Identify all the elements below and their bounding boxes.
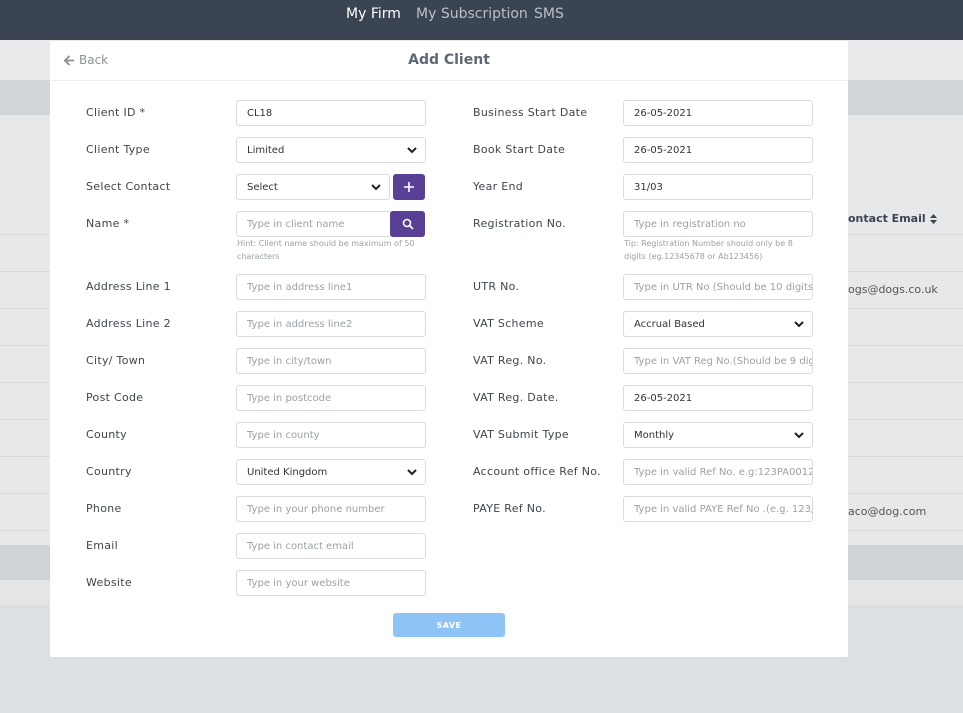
name-label: Name * (86, 217, 130, 230)
vat-scheme-select[interactable]: Accrual Based (623, 311, 813, 337)
book-start-date-input[interactable]: 26-05-2021 (623, 137, 813, 163)
client-name-hint: Hint: Client name should be maximum of 5… (237, 239, 415, 261)
client-id-input[interactable]: CL18 (236, 100, 426, 126)
address-line-2-input[interactable]: Type in address line2 (236, 311, 426, 337)
chevron-down-icon (407, 147, 417, 154)
table-cell-email: ogs@dogs.co.uk (848, 283, 938, 296)
modal-header: Back Add Client (50, 41, 848, 81)
registration-no-input[interactable]: Type in registration no (623, 211, 813, 237)
paye-ref-label: PAYE Ref No. (473, 502, 546, 515)
search-client-button[interactable] (390, 211, 425, 237)
account-office-ref-label: Account office Ref No. (473, 465, 601, 478)
vat-scheme-label: VAT Scheme (473, 317, 544, 330)
city-town-label: City/ Town (86, 354, 146, 367)
client-id-label: Client ID * (86, 106, 146, 119)
chevron-down-icon (371, 184, 381, 191)
select-contact-select[interactable]: Select (236, 174, 390, 200)
plus-icon (404, 182, 414, 192)
vat-reg-date-label: VAT Reg. Date. (473, 391, 559, 404)
client-type-select[interactable]: Limited (236, 137, 426, 163)
phone-input[interactable]: Type in your phone number (236, 496, 426, 522)
account-office-ref-input[interactable]: Type in valid Ref No. e.g:123PA00123... (623, 459, 813, 485)
vat-submit-type-value: Monthly (634, 429, 675, 441)
select-contact-label: Select Contact (86, 180, 171, 193)
vat-reg-date-input[interactable]: 26-05-2021 (623, 385, 813, 411)
client-name-input[interactable]: Type in client name (236, 211, 392, 237)
nav-my-subscription[interactable]: My Subscription (416, 6, 528, 22)
vat-scheme-value: Accrual Based (634, 318, 705, 330)
nav-sms[interactable]: SMS (534, 6, 564, 22)
city-town-input[interactable]: Type in city/town (236, 348, 426, 374)
address-line-1-label: Address Line 1 (86, 280, 171, 293)
county-label: County (86, 428, 127, 441)
registration-no-hint: Tip: Registration Number should only be … (624, 239, 793, 261)
country-label: Country (86, 465, 132, 478)
vat-submit-type-select[interactable]: Monthly (623, 422, 813, 448)
business-start-date-label: Business Start Date (473, 106, 588, 119)
contact-email-column-header[interactable]: ontact Email (848, 212, 937, 225)
client-type-label: Client Type (86, 143, 150, 156)
business-start-date-input[interactable]: 26-05-2021 (623, 100, 813, 126)
email-input[interactable]: Type in contact email (236, 533, 426, 559)
county-input[interactable]: Type in county (236, 422, 426, 448)
modal-title: Add Client (408, 52, 490, 68)
table-cell-email: aco@dog.com (848, 505, 927, 518)
country-select[interactable]: United Kingdom (236, 459, 426, 485)
column-header-label: ontact Email (848, 212, 926, 225)
chevron-down-icon (794, 321, 804, 328)
client-type-value: Limited (247, 144, 285, 156)
nav-my-firm[interactable]: My Firm (346, 6, 401, 22)
sort-icon (929, 214, 937, 224)
country-value: United Kingdom (247, 466, 328, 478)
vat-reg-no-label: VAT Reg. No. (473, 354, 547, 367)
address-line-1-input[interactable]: Type in address line1 (236, 274, 426, 300)
chevron-down-icon (407, 469, 417, 476)
book-start-date-label: Book Start Date (473, 143, 566, 156)
email-label: Email (86, 539, 119, 552)
post-code-label: Post Code (86, 391, 144, 404)
year-end-label: Year End (473, 180, 524, 193)
vat-reg-no-input[interactable]: Type in VAT Reg No.(Should be 9 dig... (623, 348, 813, 374)
select-contact-value: Select (247, 181, 278, 193)
vat-submit-type-label: VAT Submit Type (473, 428, 569, 441)
utr-no-input[interactable]: Type in UTR No (Should be 10 digits) (623, 274, 813, 300)
year-end-input[interactable]: 31/03 (623, 174, 813, 200)
registration-no-label: Registration No. (473, 217, 566, 230)
paye-ref-input[interactable]: Type in valid PAYE Ref No .(e.g. 123/A..… (623, 496, 813, 522)
website-label: Website (86, 576, 132, 589)
chevron-down-icon (794, 432, 804, 439)
add-contact-button[interactable] (393, 174, 425, 200)
utr-no-label: UTR No. (473, 280, 520, 293)
address-line-2-label: Address Line 2 (86, 317, 171, 330)
website-input[interactable]: Type in your website (236, 570, 426, 596)
search-icon (402, 218, 414, 230)
add-client-modal: Back Add Client Client ID * CL18 Client … (50, 41, 848, 657)
post-code-input[interactable]: Type in postcode (236, 385, 426, 411)
phone-label: Phone (86, 502, 122, 515)
top-nav: My Firm My Subscription SMS (0, 0, 963, 40)
save-button[interactable]: SAVE (393, 613, 505, 637)
